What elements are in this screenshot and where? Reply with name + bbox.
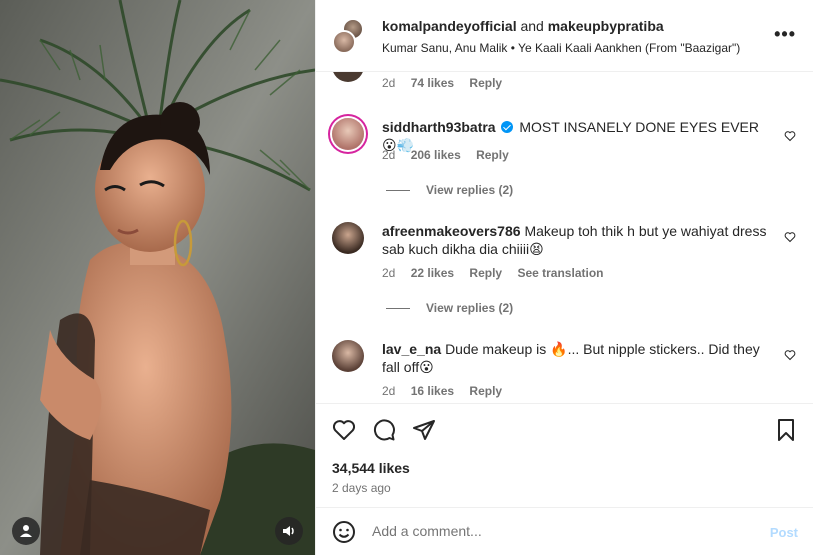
comment-content: MOST INSANELY DONE EYES EVER: [519, 119, 760, 135]
comment-username[interactable]: lav_e_na: [382, 341, 441, 357]
comment-likes[interactable]: 16 likes: [411, 384, 454, 398]
audio-attribution[interactable]: Kumar Sanu, Anu Malik • Ye Kaali Kaali A…: [382, 41, 740, 55]
post-actions: 34,544 likes 2 days ago: [316, 403, 813, 507]
comment-emoji: 😫: [529, 241, 544, 257]
share-icon[interactable]: [412, 418, 436, 442]
verified-badge-icon: [501, 121, 514, 133]
comment-text: afreenmakeovers786 Makeup toh thik h but…: [382, 222, 777, 258]
reply-button[interactable]: Reply: [469, 384, 502, 398]
collab-avatars[interactable]: [332, 18, 368, 54]
view-replies-button[interactable]: View replies (2): [386, 301, 513, 315]
author-link-1[interactable]: komalpandeyofficial: [382, 18, 517, 34]
add-comment-bar: Post: [316, 507, 813, 555]
post-comment-button[interactable]: Post: [770, 525, 798, 540]
comment-time[interactable]: 2d: [382, 266, 395, 280]
comments-list[interactable]: 2d 74 likes Reply siddharth93batra MOST …: [316, 72, 813, 403]
avatar[interactable]: [332, 72, 364, 82]
comment-emoji: 😮: [419, 359, 434, 375]
comment-icon[interactable]: [372, 418, 396, 442]
emoji-icon[interactable]: [332, 520, 356, 544]
like-count[interactable]: 34,544 likes: [332, 460, 410, 476]
post-media[interactable]: [0, 0, 315, 555]
comment-meta: 2d 16 likes Reply: [382, 384, 514, 398]
comment-like-heart-icon[interactable]: [784, 349, 796, 361]
bookmark-icon[interactable]: [774, 418, 798, 442]
post-header: komalpandeyofficial and makeupbypratiba …: [316, 0, 813, 72]
comment-input[interactable]: [372, 523, 752, 539]
comment-username[interactable]: siddharth93batra: [382, 119, 496, 135]
comment-content: Dude makeup is: [445, 341, 547, 357]
replies-divider: [386, 307, 410, 309]
speaker-icon: [283, 526, 294, 536]
reply-button[interactable]: Reply: [469, 266, 502, 280]
replies-divider: [386, 189, 410, 191]
view-replies-label: View replies (2): [426, 301, 514, 315]
avatar[interactable]: [332, 118, 364, 150]
view-replies-button[interactable]: View replies (2): [386, 183, 513, 197]
see-translation-button[interactable]: See translation: [517, 266, 603, 280]
reply-button[interactable]: Reply: [469, 76, 502, 90]
comment-time[interactable]: 2d: [382, 384, 395, 398]
comment-emoji: 🔥: [550, 341, 568, 357]
comment-likes[interactable]: 206 likes: [411, 148, 461, 162]
post-authors: komalpandeyofficial and makeupbypratiba: [382, 18, 664, 34]
heart-icon[interactable]: [332, 418, 356, 442]
comment-likes[interactable]: 22 likes: [411, 266, 454, 280]
comment-like-heart-icon[interactable]: [784, 130, 796, 142]
comment-meta: 2d 206 likes Reply: [382, 148, 521, 162]
person-icon: [20, 525, 32, 537]
comment-text: lav_e_na Dude makeup is 🔥... But nipple …: [382, 340, 777, 376]
avatar[interactable]: [332, 340, 364, 372]
audio-toggle-button[interactable]: [275, 517, 303, 545]
comment-username[interactable]: afreenmakeovers786: [382, 223, 521, 239]
comment-time[interactable]: 2d: [382, 76, 395, 90]
comment-time[interactable]: 2d: [382, 148, 395, 162]
comment-meta: 2d 74 likes Reply: [382, 76, 514, 90]
post-timestamp[interactable]: 2 days ago: [332, 481, 391, 495]
comment-like-heart-icon[interactable]: [784, 231, 796, 243]
action-icons: [332, 418, 436, 442]
avatar[interactable]: [332, 30, 356, 54]
view-replies-label: View replies (2): [426, 183, 514, 197]
more-options-icon[interactable]: •••: [774, 24, 796, 45]
authors-conjunction: and: [516, 18, 548, 34]
post-panel: komalpandeyofficial and makeupbypratiba …: [315, 0, 813, 555]
reply-button[interactable]: Reply: [476, 148, 509, 162]
avatar[interactable]: [332, 222, 364, 254]
comment-meta: 2d 22 likes Reply See translation: [382, 266, 615, 280]
tagged-people-button[interactable]: [12, 517, 40, 545]
author-link-2[interactable]: makeupbypratiba: [548, 18, 664, 34]
post-photo: [0, 0, 315, 555]
comment-likes[interactable]: 74 likes: [411, 76, 454, 90]
